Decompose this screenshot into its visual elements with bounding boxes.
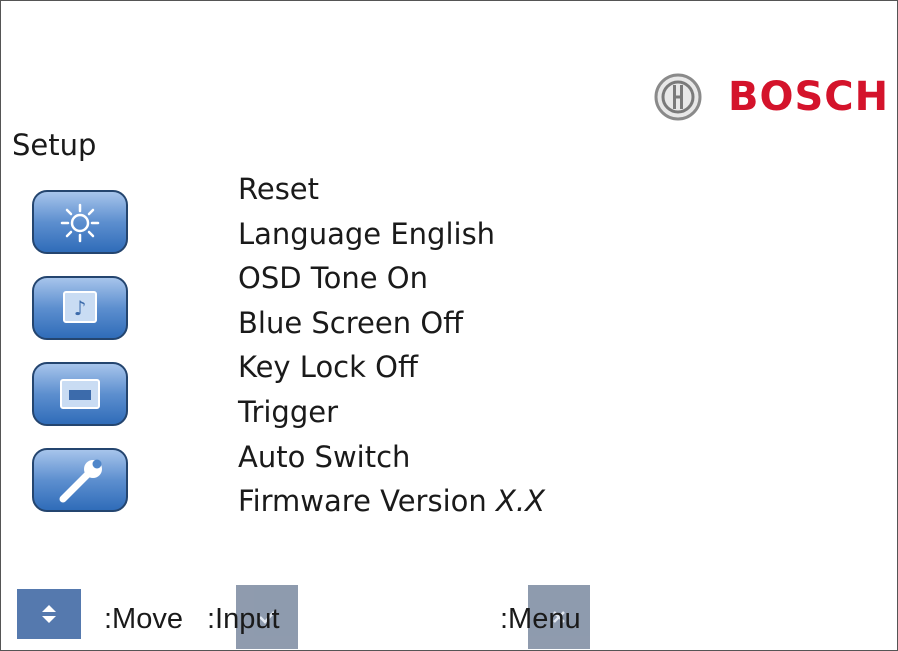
menu-item-blue-screen[interactable]: Blue Screen Off [238,301,545,346]
setup-menu: Reset Language English OSD Tone On Blue … [238,167,545,524]
menu-item-key-lock[interactable]: Key Lock Off [238,345,545,390]
display-icon [60,379,100,409]
up-down-arrows-icon [42,605,56,623]
menu-item-label: Firmware Version [238,484,487,519]
brand-name: BOSCH [728,74,890,120]
music-note-icon: ♪ [74,296,87,320]
menu-item-label: Auto Switch [238,439,411,474]
move-button[interactable] [17,589,81,639]
menu-item-value: On [386,261,428,296]
bosch-logo: BOSCH [654,68,889,126]
bosch-emblem-icon [654,73,702,121]
menu-item-label: Key Lock [238,350,366,385]
menu-item-label: Blue Screen [238,305,412,340]
menu-item-value: X.X [495,484,545,519]
menu-item-label: Language [238,216,382,251]
menu-item-value: Off [420,305,464,340]
menu-item-language[interactable]: Language English [238,212,545,257]
menu-item-auto-switch[interactable]: Auto Switch [238,435,545,480]
menu-item-value: English [390,216,496,251]
menu-item-reset[interactable]: Reset [238,167,545,212]
menu-item-osd-tone[interactable]: OSD Tone On [238,256,545,301]
menu-item-value: Off [375,350,418,385]
audio-tab-button[interactable]: ♪ [31,275,129,341]
menu-item-trigger[interactable]: Trigger [238,390,545,435]
page-title: Setup [12,128,97,162]
setup-tab-button[interactable] [31,447,129,513]
menu-item-label: Trigger [238,394,339,429]
menu-label: :Menu [500,603,581,635]
input-label: :Input [207,603,280,635]
display-tab-button[interactable] [31,361,129,427]
brightness-tab-button[interactable] [31,189,129,255]
menu-item-label: Reset [238,172,320,206]
menu-item-label: OSD Tone [238,261,378,296]
menu-item-firmware-version[interactable]: Firmware Version X.X [238,479,545,524]
move-label: :Move [104,603,183,635]
